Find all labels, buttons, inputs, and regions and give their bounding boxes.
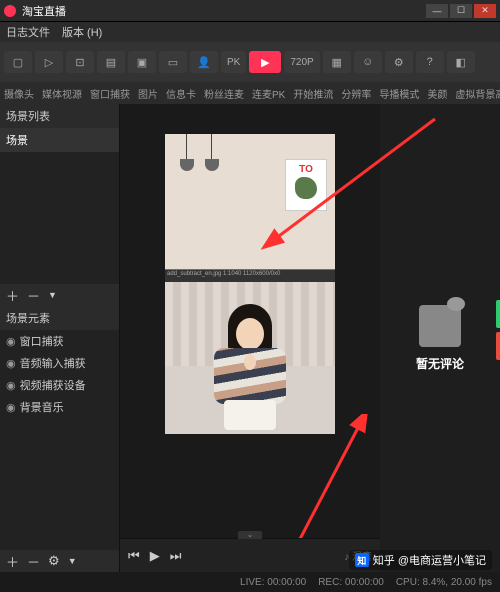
menu-file[interactable]: 日志文件 (6, 24, 50, 40)
leaf-icon (295, 177, 317, 199)
app-logo-icon (4, 5, 16, 17)
tb-label: 开始推流 (293, 86, 333, 101)
audio-level-indicator (496, 300, 500, 328)
user-icon[interactable]: 👤 (190, 51, 218, 73)
audio-level-indicator (496, 332, 500, 360)
settings-icon[interactable]: ⚙ (385, 51, 413, 73)
sources-panel-title: 场景元素 (0, 306, 119, 330)
preview-area: TO add_subtract_en.jpg 1:1040 1120x600/0… (120, 104, 380, 572)
add-source-button[interactable]: ＋ (6, 552, 19, 571)
preview-top-region: TO (165, 134, 335, 269)
play-button[interactable]: ▶ (150, 548, 160, 564)
no-comments-text: 暂无评论 (416, 355, 464, 372)
play-icon[interactable]: ▷ (35, 51, 63, 73)
toolbar: ▢ ▷ ⊡ ▤ ▣ ▭ 👤 PK ▶ 720P ▦ ☺ ⚙ ? ◧ (0, 42, 500, 82)
director-icon[interactable]: ▦ (323, 51, 351, 73)
scene-item[interactable]: 场景 (0, 128, 119, 152)
watermark-text: 知乎 @电商运营小笔记 (373, 552, 486, 568)
control-icon[interactable]: ◧ (447, 51, 475, 73)
close-button[interactable]: ✕ (474, 4, 496, 18)
source-menu-button[interactable]: ▼ (68, 556, 77, 566)
comments-panel: 暂无评论 (380, 104, 500, 572)
menu-version[interactable]: 版本 (H) (62, 24, 102, 40)
preview-bottom-region (165, 282, 335, 434)
next-button[interactable]: ⏭ (170, 548, 182, 564)
comment-placeholder-icon (419, 305, 461, 347)
visibility-icon[interactable]: ◉ (6, 335, 16, 348)
poster-decoration: TO (285, 159, 327, 211)
scenes-list: 场景 (0, 128, 119, 152)
cpu-status: CPU: 8.4%, 20.00 fps (396, 577, 492, 588)
tb-label: 窗口捕获 (90, 86, 130, 101)
tb-label: 虚拟背景高级设置 (455, 86, 500, 101)
tb-label: 图片 (138, 86, 158, 101)
stream-preview[interactable]: TO add_subtract_en.jpg 1:1040 1120x600/0… (165, 134, 335, 434)
zhihu-logo-icon: 知 (355, 553, 369, 567)
sources-list: ◉窗口捕获 ◉音频输入捕获 ◉视频捕获设备 ◉背景音乐 (0, 330, 119, 418)
remove-source-button[interactable]: － (27, 552, 40, 571)
status-bar: LIVE: 00:00:00 REC: 00:00:00 CPU: 8.4%, … (0, 572, 500, 592)
main-area: 场景列表 场景 ＋ － ▼ 场景元素 ◉窗口捕获 ◉音频输入捕获 ◉视频捕获设备… (0, 104, 500, 572)
scene-menu-button[interactable]: ▼ (48, 290, 57, 300)
tb-label: 连麦PK (252, 86, 285, 101)
lamp-decoration-icon (180, 134, 194, 174)
monitor-icon[interactable]: ⊡ (66, 51, 94, 73)
rec-status: REC: 00:00:00 (318, 577, 384, 588)
lamp-decoration-icon (205, 134, 219, 174)
left-sidebar: 场景列表 场景 ＋ － ▼ 场景元素 ◉窗口捕获 ◉音频输入捕获 ◉视频捕获设备… (0, 104, 120, 572)
collapse-icon[interactable]: ⌄ (238, 531, 262, 539)
source-item[interactable]: ◉音频输入捕获 (0, 352, 119, 374)
tb-label: 信息卡 (166, 86, 196, 101)
zhihu-watermark: 知 知乎 @电商运营小笔记 (349, 550, 492, 570)
tb-label: 美颜 (427, 86, 447, 101)
tb-label: 摄像头 (4, 86, 34, 101)
poster-text: TO (299, 164, 313, 175)
playback-bar: ⌄ ⏮ ▶ ⏭ ♪ 混音 (120, 538, 380, 572)
tb-label: 媒体视源 (42, 86, 82, 101)
visibility-icon[interactable]: ◉ (6, 357, 16, 370)
beauty-icon[interactable]: ☺ (354, 51, 382, 73)
source-item[interactable]: ◉背景音乐 (0, 396, 119, 418)
camera-icon[interactable]: ▢ (4, 51, 32, 73)
tb-label: 导播模式 (379, 86, 419, 101)
minimize-button[interactable]: — (426, 4, 448, 18)
prev-button[interactable]: ⏮ (128, 548, 140, 564)
toolbar-labels-row: 摄像头 媒体视源 窗口捕获 图片 信息卡 粉丝连麦 连麦PK 开始推流 分辨率 … (0, 82, 500, 104)
source-item[interactable]: ◉窗口捕获 (0, 330, 119, 352)
source-info-label: add_subtract_en.jpg 1:1040 1120x600/0x0 (165, 270, 335, 282)
source-controls: ＋ － ⚙ ▼ (0, 550, 119, 572)
source-settings-button[interactable]: ⚙ (48, 553, 60, 569)
pk-button[interactable]: PK (221, 51, 246, 73)
window-buttons: — ☐ ✕ (426, 4, 496, 18)
menu-bar: 日志文件 版本 (H) (0, 22, 500, 42)
layer-icon[interactable]: ▤ (97, 51, 125, 73)
tb-label: 粉丝连麦 (204, 86, 244, 101)
card-icon[interactable]: ▭ (159, 51, 187, 73)
start-stream-button[interactable]: ▶ (249, 51, 281, 73)
image-icon[interactable]: ▣ (128, 51, 156, 73)
tb-label: 分辨率 (341, 86, 371, 101)
add-scene-button[interactable]: ＋ (6, 286, 19, 305)
source-item[interactable]: ◉视频捕获设备 (0, 374, 119, 396)
scene-controls: ＋ － ▼ (0, 284, 119, 306)
remove-scene-button[interactable]: － (27, 286, 40, 305)
person-figure (210, 304, 290, 434)
titlebar: 淘宝直播 — ☐ ✕ (0, 0, 500, 22)
visibility-icon[interactable]: ◉ (6, 379, 16, 392)
visibility-icon[interactable]: ◉ (6, 401, 16, 414)
help-icon[interactable]: ? (416, 51, 444, 73)
live-status: LIVE: 00:00:00 (240, 577, 306, 588)
scenes-panel-title: 场景列表 (0, 104, 119, 128)
maximize-button[interactable]: ☐ (450, 4, 472, 18)
resolution-button[interactable]: 720P (284, 51, 319, 73)
window-title: 淘宝直播 (22, 3, 426, 19)
